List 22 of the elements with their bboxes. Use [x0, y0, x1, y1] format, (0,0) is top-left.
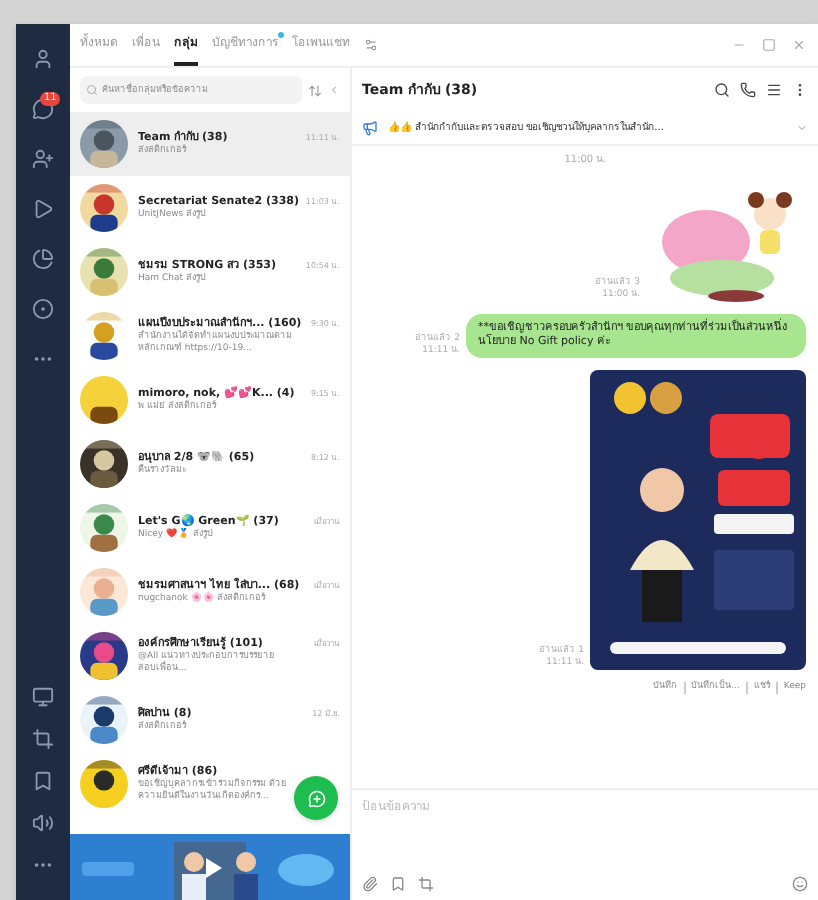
bookmark-icon[interactable] [32, 770, 54, 792]
menu-icon[interactable] [766, 82, 782, 98]
person-icon[interactable] [32, 48, 54, 70]
phone-icon[interactable] [740, 82, 756, 98]
circle-icon[interactable] [32, 298, 54, 320]
crop-icon[interactable] [418, 876, 434, 892]
crop-icon[interactable] [32, 728, 54, 750]
paperclip-icon[interactable] [362, 876, 378, 892]
speaker-icon[interactable] [32, 812, 54, 834]
person-plus-icon[interactable] [32, 148, 54, 170]
chat-bubble-icon[interactable] [32, 98, 54, 120]
bookmark-icon[interactable] [390, 876, 406, 892]
pie-icon[interactable] [32, 248, 54, 270]
megaphone-icon [362, 120, 378, 136]
chat-plus-icon [307, 789, 325, 807]
emoji-icon[interactable] [792, 876, 808, 892]
sliders-icon[interactable] [364, 38, 378, 52]
search-icon[interactable] [714, 82, 730, 98]
play-icon[interactable] [32, 198, 54, 220]
monitor-icon[interactable] [32, 686, 54, 708]
search-icon [86, 84, 98, 96]
sort-icon[interactable] [308, 83, 322, 97]
